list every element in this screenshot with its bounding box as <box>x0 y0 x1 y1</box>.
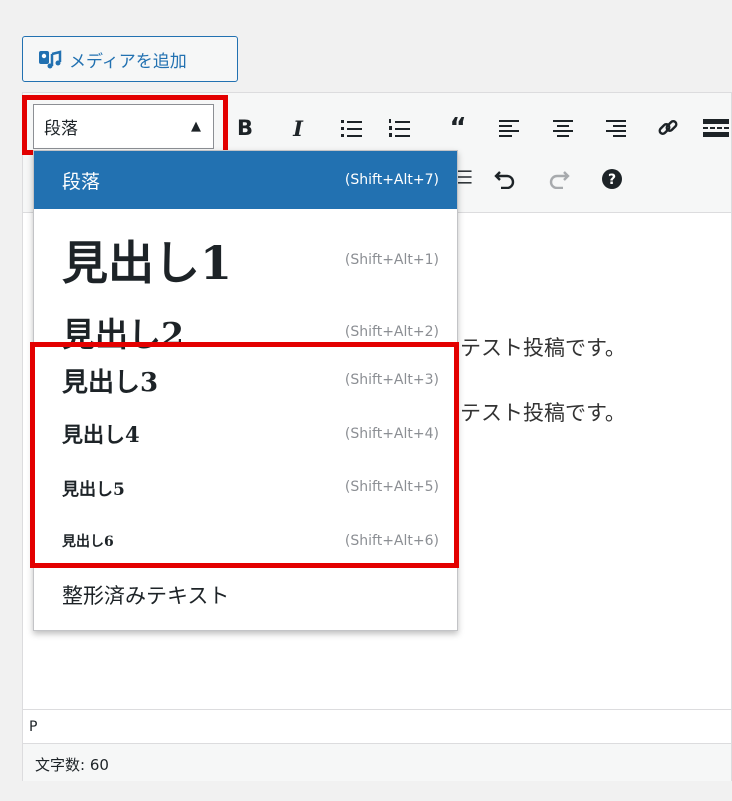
dropdown-item-shortcut: (Shift+Alt+1) <box>344 252 439 268</box>
svg-text:?: ? <box>608 172 616 188</box>
dropdown-item-heading-1[interactable]: 見出し1 (Shift+Alt+1) <box>34 213 457 307</box>
align-center-icon[interactable] <box>548 113 578 143</box>
undo-icon[interactable] <box>490 164 520 194</box>
dropdown-item-preformatted[interactable]: 整形済みテキスト <box>34 569 457 621</box>
numbered-list-icon[interactable] <box>385 113 415 143</box>
help-icon[interactable]: ? <box>597 164 627 194</box>
add-media-label: メディアを追加 <box>69 51 187 72</box>
highlight-box-format-select <box>22 95 228 155</box>
add-media-icon <box>37 46 63 72</box>
highlight-box-headings <box>30 342 459 568</box>
dropdown-item-label: 見出し1 <box>62 236 233 290</box>
dropdown-item-label: 整形済みテキスト <box>62 584 230 608</box>
element-path-label[interactable]: P <box>29 719 37 735</box>
more-tag-icon[interactable] <box>700 113 732 143</box>
word-count: 文字数: 60 <box>23 743 731 781</box>
content-line-1: テスト投稿です。 <box>460 336 626 360</box>
bold-icon[interactable]: B <box>230 113 260 143</box>
link-icon[interactable] <box>653 113 683 143</box>
dropdown-item-label: 段落 <box>62 170 101 193</box>
align-left-icon[interactable] <box>494 113 524 143</box>
content-line-2: テスト投稿です。 <box>460 401 626 425</box>
add-media-button[interactable]: メディアを追加 <box>22 36 238 82</box>
dropdown-item-shortcut: (Shift+Alt+7) <box>344 172 439 188</box>
blockquote-icon[interactable]: “ <box>443 113 473 143</box>
indent-icon[interactable] <box>457 162 473 192</box>
word-count-label: 文字数: 60 <box>35 756 109 774</box>
align-right-icon[interactable] <box>601 113 631 143</box>
element-path: P <box>23 709 731 743</box>
redo-icon[interactable] <box>544 164 574 194</box>
dropdown-item-paragraph[interactable]: 段落 (Shift+Alt+7) <box>34 151 457 209</box>
dropdown-item-shortcut: (Shift+Alt+2) <box>344 324 439 340</box>
italic-icon[interactable]: I <box>283 113 313 143</box>
bulleted-list-icon[interactable] <box>337 113 367 143</box>
